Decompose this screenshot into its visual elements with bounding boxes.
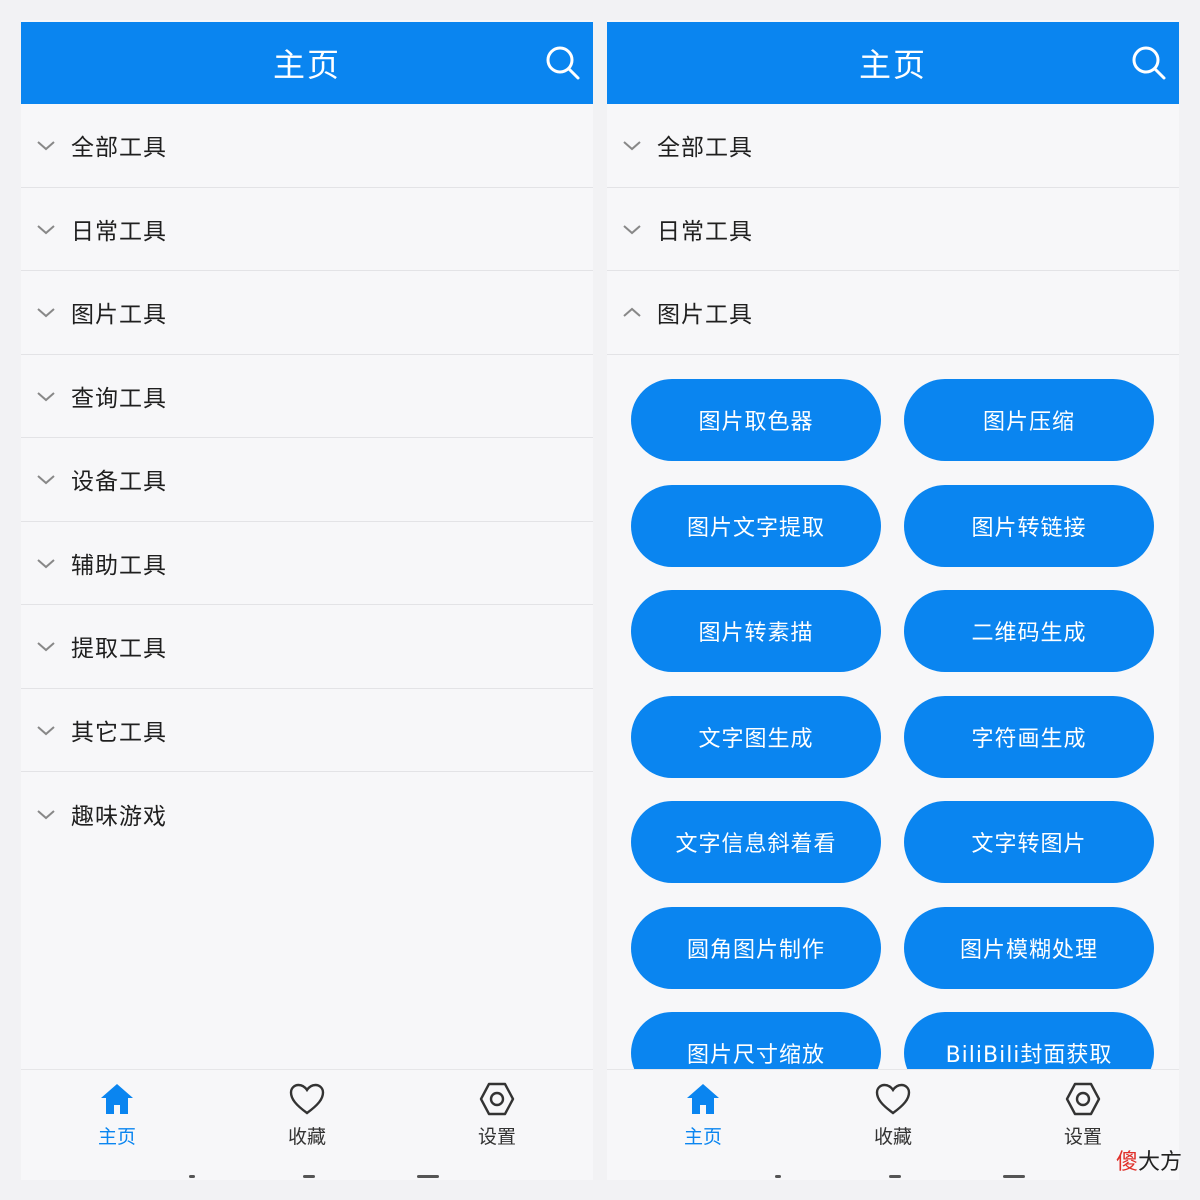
category-row-image[interactable]: 图片工具	[607, 271, 1179, 355]
chevron-down-icon	[37, 141, 55, 151]
watermark-part1: 傻	[1115, 1150, 1138, 1175]
left-screen: 主页 全部工具 日常工具 图片工具 查询工具 设备工具 辅助工具 提取工具 其它…	[21, 20, 593, 1180]
tool-button[interactable]: 图片压缩	[904, 379, 1154, 461]
chevron-down-icon	[37, 308, 55, 318]
search-icon[interactable]	[545, 45, 581, 81]
tool-button[interactable]: 图片转素描	[631, 590, 881, 672]
category-list: 全部工具 日常工具 图片工具 查询工具 设备工具 辅助工具 提取工具 其它工具 …	[21, 104, 593, 856]
category-row-daily[interactable]: 日常工具	[21, 188, 593, 271]
home-icon	[101, 1084, 133, 1114]
tool-button[interactable]: 文字信息斜着看	[631, 801, 881, 883]
chevron-up-icon	[623, 307, 641, 318]
tab-label: 设置	[1063, 1126, 1102, 1148]
tab-label: 主页	[97, 1126, 136, 1148]
chevron-down-icon	[623, 141, 641, 151]
tool-button[interactable]: 圆角图片制作	[631, 906, 881, 989]
settings-icon	[479, 1082, 515, 1116]
nav-dot	[189, 1175, 195, 1178]
category-row-extract[interactable]: 提取工具	[21, 605, 593, 689]
chevron-down-icon	[37, 391, 55, 402]
bottom-tab-bar: 主页 收藏 设置	[607, 1069, 1179, 1180]
category-label: 其它工具	[71, 719, 167, 746]
tool-button[interactable]: 图片尺寸缩放	[631, 1012, 881, 1069]
category-row-image[interactable]: 图片工具	[21, 271, 593, 355]
tab-label: 收藏	[287, 1126, 326, 1148]
tab-home[interactable]: 主页	[62, 1080, 172, 1160]
heart-icon	[289, 1083, 325, 1115]
app-bar: 主页	[607, 22, 1179, 104]
nav-dot	[303, 1175, 315, 1178]
tool-button[interactable]: 图片取色器	[631, 379, 881, 461]
tab-favorites[interactable]: 收藏	[838, 1080, 948, 1160]
search-icon[interactable]	[1131, 45, 1167, 81]
tool-button[interactable]: 二维码生成	[904, 590, 1154, 672]
tab-label: 设置	[477, 1126, 516, 1148]
chevron-down-icon	[37, 642, 55, 652]
category-label: 提取工具	[71, 636, 167, 663]
chevron-down-icon	[37, 809, 55, 820]
home-icon	[687, 1084, 719, 1114]
category-row-games[interactable]: 趣味游戏	[21, 772, 593, 856]
chevron-down-icon	[623, 224, 641, 235]
category-row-all[interactable]: 全部工具	[21, 104, 593, 188]
category-label: 全部工具	[71, 135, 167, 162]
tool-button[interactable]: 图片文字提取	[631, 484, 881, 567]
nav-dot	[775, 1175, 781, 1178]
category-label: 日常工具	[71, 218, 167, 245]
category-row-other[interactable]: 其它工具	[21, 689, 593, 772]
chevron-down-icon	[37, 558, 55, 569]
category-label: 趣味游戏	[71, 803, 167, 830]
nav-dot	[1003, 1175, 1025, 1178]
app-bar: 主页	[21, 22, 593, 104]
tab-favorites[interactable]: 收藏	[252, 1080, 362, 1160]
system-nav-indicator	[21, 1172, 593, 1180]
right-screen: 主页 全部工具 日常工具 图片工具 图片取色器 图片压缩 图片文字提取 图片转链…	[607, 20, 1179, 1180]
tool-grid: 图片取色器 图片压缩 图片文字提取 图片转链接 图片转素描 二维码生成 文字图生…	[607, 379, 1179, 1069]
category-label: 全部工具	[657, 135, 753, 162]
nav-dot	[417, 1175, 439, 1178]
tool-button[interactable]: BiliBili封面获取	[904, 1012, 1154, 1069]
tool-button[interactable]: 图片模糊处理	[904, 906, 1154, 989]
tab-settings[interactable]: 设置	[442, 1080, 552, 1160]
tab-home[interactable]: 主页	[648, 1080, 758, 1160]
settings-icon	[1065, 1082, 1101, 1116]
heart-icon	[875, 1083, 911, 1115]
category-label: 图片工具	[71, 302, 167, 329]
category-label: 辅助工具	[71, 552, 167, 579]
watermark-part2: 大方	[1137, 1150, 1182, 1175]
category-row-query[interactable]: 查询工具	[21, 355, 593, 438]
nav-dot	[889, 1175, 901, 1178]
bottom-tab-bar: 主页 收藏 设置	[21, 1069, 593, 1180]
chevron-down-icon	[37, 224, 55, 235]
page-title: 主页	[858, 46, 927, 84]
tab-label: 主页	[683, 1126, 722, 1148]
category-label: 图片工具	[657, 302, 753, 329]
screenshot-frame: 主页 全部工具 日常工具 图片工具 查询工具 设备工具 辅助工具 提取工具 其它…	[0, 0, 1200, 1200]
tool-button[interactable]: 字符画生成	[904, 695, 1154, 778]
chevron-down-icon	[37, 725, 55, 736]
page-title: 主页	[272, 46, 341, 84]
watermark: 傻大方	[1116, 1144, 1182, 1176]
tab-label: 收藏	[873, 1126, 912, 1148]
tool-button[interactable]: 图片转链接	[904, 484, 1154, 567]
system-nav-indicator	[607, 1172, 1179, 1180]
category-row-device[interactable]: 设备工具	[21, 438, 593, 522]
category-label: 查询工具	[71, 385, 167, 412]
category-row-all[interactable]: 全部工具	[607, 104, 1179, 188]
category-row-assist[interactable]: 辅助工具	[21, 522, 593, 605]
category-list: 全部工具 日常工具 图片工具	[607, 104, 1179, 355]
category-label: 设备工具	[71, 469, 167, 496]
category-label: 日常工具	[657, 218, 753, 245]
category-row-daily[interactable]: 日常工具	[607, 188, 1179, 271]
tool-button[interactable]: 文字转图片	[904, 801, 1154, 883]
chevron-down-icon	[37, 475, 55, 485]
tool-button[interactable]: 文字图生成	[631, 695, 881, 778]
